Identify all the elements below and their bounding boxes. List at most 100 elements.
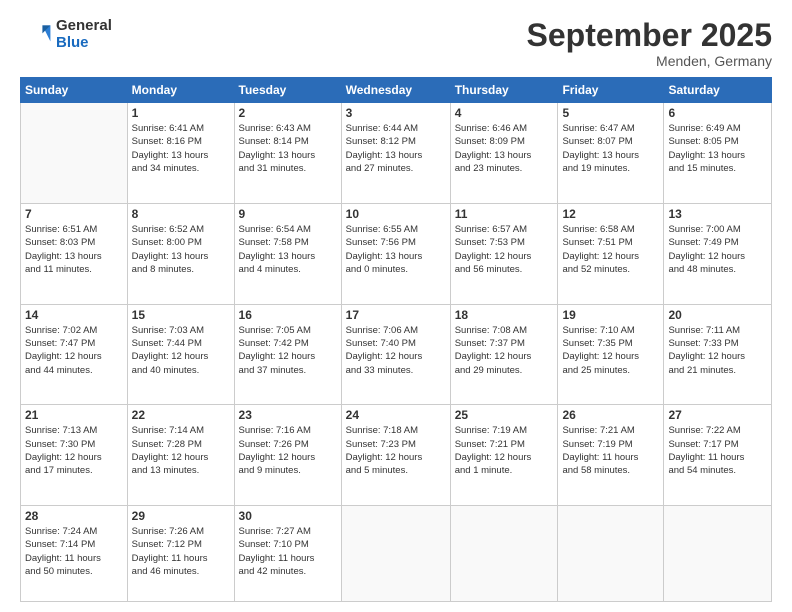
day-info: Sunrise: 6:52 AM Sunset: 8:00 PM Dayligh… [132,223,230,276]
calendar-cell: 10 Sunrise: 6:55 AM Sunset: 7:56 PM Dayli… [341,203,450,304]
calendar-cell: 14 Sunrise: 7:02 AM Sunset: 7:47 PM Dayli… [21,304,128,405]
calendar-cell [558,506,664,602]
day-number: 9 [239,207,337,221]
day-number: 8 [132,207,230,221]
calendar-cell: 28 Sunrise: 7:24 AM Sunset: 7:14 PM Dayli… [21,506,128,602]
calendar-cell: 13 Sunrise: 7:00 AM Sunset: 7:49 PM Dayli… [664,203,772,304]
day-info: Sunrise: 7:26 AM Sunset: 7:12 PM Dayligh… [132,525,230,578]
weekday-header-monday: Monday [127,78,234,103]
day-info: Sunrise: 7:19 AM Sunset: 7:21 PM Dayligh… [455,424,554,477]
calendar-cell: 5Sunrise: 6:47 AM Sunset: 8:07 PM Daylig… [558,103,664,204]
calendar-cell: 11 Sunrise: 6:57 AM Sunset: 7:53 PM Dayli… [450,203,558,304]
day-number: 10 [346,207,446,221]
day-number: 21 [25,408,123,422]
day-info: Sunrise: 6:55 AM Sunset: 7:56 PM Dayligh… [346,223,446,276]
day-number: 28 [25,509,123,523]
weekday-header-thursday: Thursday [450,78,558,103]
calendar-cell: 3Sunrise: 6:44 AM Sunset: 8:12 PM Daylig… [341,103,450,204]
day-info: Sunrise: 7:11 AM Sunset: 7:33 PM Dayligh… [668,324,767,377]
logo-general: General [56,18,112,35]
weekday-header-saturday: Saturday [664,78,772,103]
logo-text: General Blue [56,18,112,51]
day-info: Sunrise: 7:14 AM Sunset: 7:28 PM Dayligh… [132,424,230,477]
day-number: 30 [239,509,337,523]
calendar-cell: 25 Sunrise: 7:19 AM Sunset: 7:21 PM Dayli… [450,405,558,506]
day-info: Sunrise: 6:51 AM Sunset: 8:03 PM Dayligh… [25,223,123,276]
day-number: 13 [668,207,767,221]
calendar-cell: 26Sunrise: 7:21 AM Sunset: 7:19 PM Dayli… [558,405,664,506]
logo-icon [20,19,52,51]
day-number: 1 [132,106,230,120]
title-block: September 2025 Menden, Germany [527,18,772,69]
calendar-cell: 7 Sunrise: 6:51 AM Sunset: 8:03 PM Daylig… [21,203,128,304]
day-number: 18 [455,308,554,322]
day-number: 16 [239,308,337,322]
day-info: Sunrise: 7:13 AM Sunset: 7:30 PM Dayligh… [25,424,123,477]
day-info: Sunrise: 7:06 AM Sunset: 7:40 PM Dayligh… [346,324,446,377]
day-info: Sunrise: 7:03 AM Sunset: 7:44 PM Dayligh… [132,324,230,377]
calendar-cell: 12 Sunrise: 6:58 AM Sunset: 7:51 PM Dayli… [558,203,664,304]
day-number: 26 [562,408,659,422]
calendar-cell: 9 Sunrise: 6:54 AM Sunset: 7:58 PM Daylig… [234,203,341,304]
calendar-cell: 24 Sunrise: 7:18 AM Sunset: 7:23 PM Dayli… [341,405,450,506]
month-title: September 2025 [527,18,772,53]
calendar-cell: 19 Sunrise: 7:10 AM Sunset: 7:35 PM Dayli… [558,304,664,405]
calendar-cell: 30 Sunrise: 7:27 AM Sunset: 7:10 PM Dayli… [234,506,341,602]
day-info: Sunrise: 7:08 AM Sunset: 7:37 PM Dayligh… [455,324,554,377]
day-info: Sunrise: 7:27 AM Sunset: 7:10 PM Dayligh… [239,525,337,578]
day-number: 22 [132,408,230,422]
logo: General Blue [20,18,112,51]
day-number: 14 [25,308,123,322]
calendar-cell: 15 Sunrise: 7:03 AM Sunset: 7:44 PM Dayli… [127,304,234,405]
calendar-cell: 18 Sunrise: 7:08 AM Sunset: 7:37 PM Dayli… [450,304,558,405]
day-number: 7 [25,207,123,221]
calendar-cell [341,506,450,602]
day-number: 19 [562,308,659,322]
day-number: 15 [132,308,230,322]
day-number: 3 [346,106,446,120]
day-info: Sunrise: 6:58 AM Sunset: 7:51 PM Dayligh… [562,223,659,276]
day-number: 17 [346,308,446,322]
day-number: 12 [562,207,659,221]
calendar-cell: 16Sunrise: 7:05 AM Sunset: 7:42 PM Dayli… [234,304,341,405]
calendar-cell: 21 Sunrise: 7:13 AM Sunset: 7:30 PM Dayli… [21,405,128,506]
day-number: 20 [668,308,767,322]
day-info: Sunrise: 7:24 AM Sunset: 7:14 PM Dayligh… [25,525,123,578]
day-info: Sunrise: 7:00 AM Sunset: 7:49 PM Dayligh… [668,223,767,276]
header: General Blue September 2025 Menden, Germ… [20,18,772,69]
calendar-cell [21,103,128,204]
day-info: Sunrise: 6:46 AM Sunset: 8:09 PM Dayligh… [455,122,554,175]
calendar-cell [450,506,558,602]
day-number: 23 [239,408,337,422]
logo-blue: Blue [56,35,112,52]
calendar-cell [664,506,772,602]
day-number: 25 [455,408,554,422]
calendar: SundayMondayTuesdayWednesdayThursdayFrid… [20,77,772,602]
day-number: 27 [668,408,767,422]
day-info: Sunrise: 7:10 AM Sunset: 7:35 PM Dayligh… [562,324,659,377]
day-info: Sunrise: 6:41 AM Sunset: 8:16 PM Dayligh… [132,122,230,175]
location: Menden, Germany [527,53,772,69]
calendar-cell: 27 Sunrise: 7:22 AM Sunset: 7:17 PM Dayli… [664,405,772,506]
day-info: Sunrise: 7:22 AM Sunset: 7:17 PM Dayligh… [668,424,767,477]
calendar-cell: 1 Sunrise: 6:41 AM Sunset: 8:16 PM Daylig… [127,103,234,204]
day-number: 5 [562,106,659,120]
calendar-cell: 4Sunrise: 6:46 AM Sunset: 8:09 PM Daylig… [450,103,558,204]
day-info: Sunrise: 6:54 AM Sunset: 7:58 PM Dayligh… [239,223,337,276]
calendar-cell: 23 Sunrise: 7:16 AM Sunset: 7:26 PM Dayli… [234,405,341,506]
day-number: 24 [346,408,446,422]
day-info: Sunrise: 7:02 AM Sunset: 7:47 PM Dayligh… [25,324,123,377]
calendar-cell: 17 Sunrise: 7:06 AM Sunset: 7:40 PM Dayli… [341,304,450,405]
day-info: Sunrise: 6:43 AM Sunset: 8:14 PM Dayligh… [239,122,337,175]
day-info: Sunrise: 6:57 AM Sunset: 7:53 PM Dayligh… [455,223,554,276]
weekday-header-row: SundayMondayTuesdayWednesdayThursdayFrid… [21,78,772,103]
calendar-cell: 2Sunrise: 6:43 AM Sunset: 8:14 PM Daylig… [234,103,341,204]
day-number: 11 [455,207,554,221]
day-info: Sunrise: 6:49 AM Sunset: 8:05 PM Dayligh… [668,122,767,175]
calendar-cell: 8 Sunrise: 6:52 AM Sunset: 8:00 PM Daylig… [127,203,234,304]
day-number: 29 [132,509,230,523]
day-number: 6 [668,106,767,120]
calendar-cell: 22 Sunrise: 7:14 AM Sunset: 7:28 PM Dayli… [127,405,234,506]
day-info: Sunrise: 7:16 AM Sunset: 7:26 PM Dayligh… [239,424,337,477]
day-info: Sunrise: 7:18 AM Sunset: 7:23 PM Dayligh… [346,424,446,477]
